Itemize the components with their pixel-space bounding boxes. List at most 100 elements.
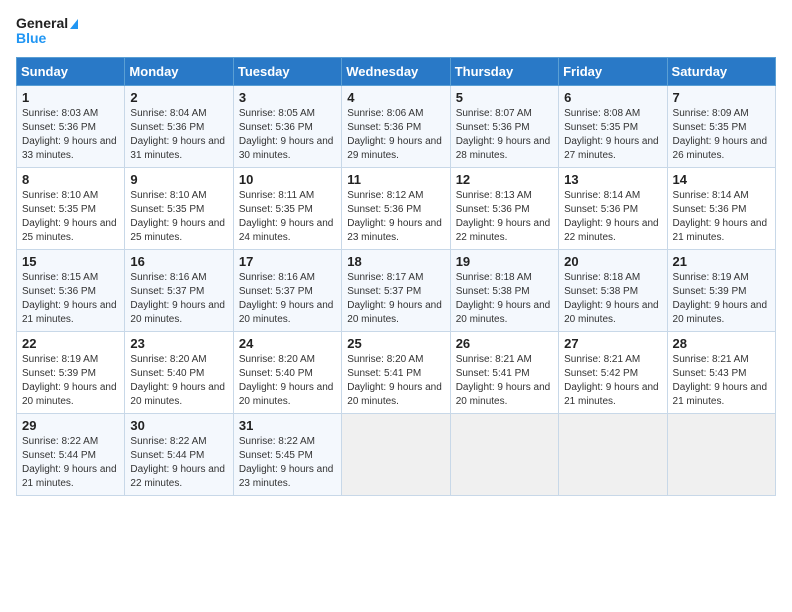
day-number: 18 bbox=[347, 254, 444, 269]
day-info: Sunrise: 8:22 AMSunset: 5:44 PMDaylight:… bbox=[130, 435, 227, 491]
weekday-header-cell: Wednesday bbox=[342, 57, 450, 85]
day-info: Sunrise: 8:19 AMSunset: 5:39 PMDaylight:… bbox=[673, 271, 770, 327]
calendar-week-row: 8Sunrise: 8:10 AMSunset: 5:35 PMDaylight… bbox=[17, 167, 776, 249]
day-info: Sunrise: 8:12 AMSunset: 5:36 PMDaylight:… bbox=[347, 189, 444, 245]
calendar-day-cell: 6Sunrise: 8:08 AMSunset: 5:35 PMDaylight… bbox=[559, 85, 667, 167]
calendar-week-row: 22 Sunrise: 8:19 AMSunset: 5:39 PMDayligh… bbox=[17, 331, 776, 413]
calendar-day-cell: 20 Sunrise: 8:18 AMSunset: 5:38 PMDayligh… bbox=[559, 249, 667, 331]
day-number: 20 bbox=[564, 254, 661, 269]
calendar-day-cell: 11Sunrise: 8:12 AMSunset: 5:36 PMDayligh… bbox=[342, 167, 450, 249]
weekday-header-cell: Monday bbox=[125, 57, 233, 85]
weekday-header-row: SundayMondayTuesdayWednesdayThursdayFrid… bbox=[17, 57, 776, 85]
calendar-day-cell: 2 Sunrise: 8:04 AMSunset: 5:36 PMDaylight… bbox=[125, 85, 233, 167]
calendar-day-cell: 19 Sunrise: 8:18 AMSunset: 5:38 PMDayligh… bbox=[450, 249, 558, 331]
calendar-day-cell: 23 Sunrise: 8:20 AMSunset: 5:40 PMDayligh… bbox=[125, 331, 233, 413]
calendar-day-cell: 22 Sunrise: 8:19 AMSunset: 5:39 PMDayligh… bbox=[17, 331, 125, 413]
day-info: Sunrise: 8:21 AMSunset: 5:43 PMDaylight:… bbox=[673, 353, 770, 409]
day-number: 28 bbox=[673, 336, 770, 351]
calendar-day-cell: 25 Sunrise: 8:20 AMSunset: 5:41 PMDayligh… bbox=[342, 331, 450, 413]
calendar-day-cell: 8Sunrise: 8:10 AMSunset: 5:35 PMDaylight… bbox=[17, 167, 125, 249]
weekday-header-cell: Thursday bbox=[450, 57, 558, 85]
logo-general: General bbox=[16, 16, 78, 31]
day-info: Sunrise: 8:05 AMSunset: 5:36 PMDaylight:… bbox=[239, 107, 336, 163]
day-number: 26 bbox=[456, 336, 553, 351]
day-number: 15 bbox=[22, 254, 119, 269]
day-number: 2 bbox=[130, 90, 227, 105]
calendar-day-cell: 13 Sunrise: 8:14 AMSunset: 5:36 PMDayligh… bbox=[559, 167, 667, 249]
calendar-day-cell: 29 Sunrise: 8:22 AMSunset: 5:44 PMDayligh… bbox=[17, 413, 125, 495]
day-number: 29 bbox=[22, 418, 119, 433]
day-info: Sunrise: 8:18 AMSunset: 5:38 PMDaylight:… bbox=[564, 271, 661, 327]
day-info: Sunrise: 8:15 AMSunset: 5:36 PMDaylight:… bbox=[22, 271, 119, 327]
day-info: Sunrise: 8:06 AMSunset: 5:36 PMDaylight:… bbox=[347, 107, 444, 163]
day-info: Sunrise: 8:14 AMSunset: 5:36 PMDaylight:… bbox=[673, 189, 770, 245]
calendar-day-cell: 18Sunrise: 8:17 AMSunset: 5:37 PMDayligh… bbox=[342, 249, 450, 331]
day-info: Sunrise: 8:21 AMSunset: 5:41 PMDaylight:… bbox=[456, 353, 553, 409]
day-number: 12 bbox=[456, 172, 553, 187]
day-info: Sunrise: 8:21 AMSunset: 5:42 PMDaylight:… bbox=[564, 353, 661, 409]
calendar-day-cell: 28 Sunrise: 8:21 AMSunset: 5:43 PMDayligh… bbox=[667, 331, 775, 413]
weekday-header-cell: Saturday bbox=[667, 57, 775, 85]
day-info: Sunrise: 8:18 AMSunset: 5:38 PMDaylight:… bbox=[456, 271, 553, 327]
day-number: 1 bbox=[22, 90, 119, 105]
day-info: Sunrise: 8:07 AMSunset: 5:36 PMDaylight:… bbox=[456, 107, 553, 163]
day-info: Sunrise: 8:11 AMSunset: 5:35 PMDaylight:… bbox=[239, 189, 336, 245]
day-number: 23 bbox=[130, 336, 227, 351]
day-info: Sunrise: 8:13 AMSunset: 5:36 PMDaylight:… bbox=[456, 189, 553, 245]
day-number: 31 bbox=[239, 418, 336, 433]
day-info: Sunrise: 8:04 AMSunset: 5:36 PMDaylight:… bbox=[130, 107, 227, 163]
weekday-header-cell: Friday bbox=[559, 57, 667, 85]
day-info: Sunrise: 8:20 AMSunset: 5:40 PMDaylight:… bbox=[239, 353, 336, 409]
day-number: 21 bbox=[673, 254, 770, 269]
day-number: 10 bbox=[239, 172, 336, 187]
day-info: Sunrise: 8:20 AMSunset: 5:40 PMDaylight:… bbox=[130, 353, 227, 409]
day-number: 19 bbox=[456, 254, 553, 269]
day-number: 7 bbox=[673, 90, 770, 105]
day-info: Sunrise: 8:09 AMSunset: 5:35 PMDaylight:… bbox=[673, 107, 770, 163]
calendar-day-cell: 1 Sunrise: 8:03 AMSunset: 5:36 PMDaylight… bbox=[17, 85, 125, 167]
calendar-day-cell: 14 Sunrise: 8:14 AMSunset: 5:36 PMDayligh… bbox=[667, 167, 775, 249]
day-number: 25 bbox=[347, 336, 444, 351]
day-info: Sunrise: 8:20 AMSunset: 5:41 PMDaylight:… bbox=[347, 353, 444, 409]
day-number: 22 bbox=[22, 336, 119, 351]
day-info: Sunrise: 8:10 AMSunset: 5:35 PMDaylight:… bbox=[22, 189, 119, 245]
day-number: 27 bbox=[564, 336, 661, 351]
day-number: 5 bbox=[456, 90, 553, 105]
day-number: 9 bbox=[130, 172, 227, 187]
calendar-day-cell: 15 Sunrise: 8:15 AMSunset: 5:36 PMDayligh… bbox=[17, 249, 125, 331]
calendar-day-cell: 10 Sunrise: 8:11 AMSunset: 5:35 PMDayligh… bbox=[233, 167, 341, 249]
day-number: 17 bbox=[239, 254, 336, 269]
calendar-day-cell bbox=[342, 413, 450, 495]
weekday-header-cell: Tuesday bbox=[233, 57, 341, 85]
day-info: Sunrise: 8:14 AMSunset: 5:36 PMDaylight:… bbox=[564, 189, 661, 245]
calendar-day-cell: 12 Sunrise: 8:13 AMSunset: 5:36 PMDayligh… bbox=[450, 167, 558, 249]
calendar-day-cell: 17 Sunrise: 8:16 AMSunset: 5:37 PMDayligh… bbox=[233, 249, 341, 331]
calendar-day-cell: 4Sunrise: 8:06 AMSunset: 5:36 PMDaylight… bbox=[342, 85, 450, 167]
calendar-day-cell: 31Sunrise: 8:22 AMSunset: 5:45 PMDayligh… bbox=[233, 413, 341, 495]
day-number: 30 bbox=[130, 418, 227, 433]
day-info: Sunrise: 8:16 AMSunset: 5:37 PMDaylight:… bbox=[130, 271, 227, 327]
day-info: Sunrise: 8:22 AMSunset: 5:44 PMDaylight:… bbox=[22, 435, 119, 491]
calendar-day-cell: 21 Sunrise: 8:19 AMSunset: 5:39 PMDayligh… bbox=[667, 249, 775, 331]
day-number: 14 bbox=[673, 172, 770, 187]
day-number: 13 bbox=[564, 172, 661, 187]
calendar-day-cell: 7 Sunrise: 8:09 AMSunset: 5:35 PMDaylight… bbox=[667, 85, 775, 167]
calendar-week-row: 1 Sunrise: 8:03 AMSunset: 5:36 PMDaylight… bbox=[17, 85, 776, 167]
day-info: Sunrise: 8:10 AMSunset: 5:35 PMDaylight:… bbox=[130, 189, 227, 245]
calendar-day-cell: 16Sunrise: 8:16 AMSunset: 5:37 PMDayligh… bbox=[125, 249, 233, 331]
weekday-header-cell: Sunday bbox=[17, 57, 125, 85]
calendar-body: 1 Sunrise: 8:03 AMSunset: 5:36 PMDaylight… bbox=[17, 85, 776, 495]
calendar-day-cell: 24 Sunrise: 8:20 AMSunset: 5:40 PMDayligh… bbox=[233, 331, 341, 413]
calendar-day-cell bbox=[450, 413, 558, 495]
day-info: Sunrise: 8:19 AMSunset: 5:39 PMDaylight:… bbox=[22, 353, 119, 409]
calendar-day-cell: 26 Sunrise: 8:21 AMSunset: 5:41 PMDayligh… bbox=[450, 331, 558, 413]
day-info: Sunrise: 8:08 AMSunset: 5:35 PMDaylight:… bbox=[564, 107, 661, 163]
day-number: 3 bbox=[239, 90, 336, 105]
day-number: 24 bbox=[239, 336, 336, 351]
calendar-day-cell: 5 Sunrise: 8:07 AMSunset: 5:36 PMDaylight… bbox=[450, 85, 558, 167]
calendar-day-cell bbox=[667, 413, 775, 495]
calendar-table: SundayMondayTuesdayWednesdayThursdayFrid… bbox=[16, 57, 776, 496]
day-info: Sunrise: 8:03 AMSunset: 5:36 PMDaylight:… bbox=[22, 107, 119, 163]
day-info: Sunrise: 8:16 AMSunset: 5:37 PMDaylight:… bbox=[239, 271, 336, 327]
page-header: General Blue bbox=[16, 16, 776, 47]
